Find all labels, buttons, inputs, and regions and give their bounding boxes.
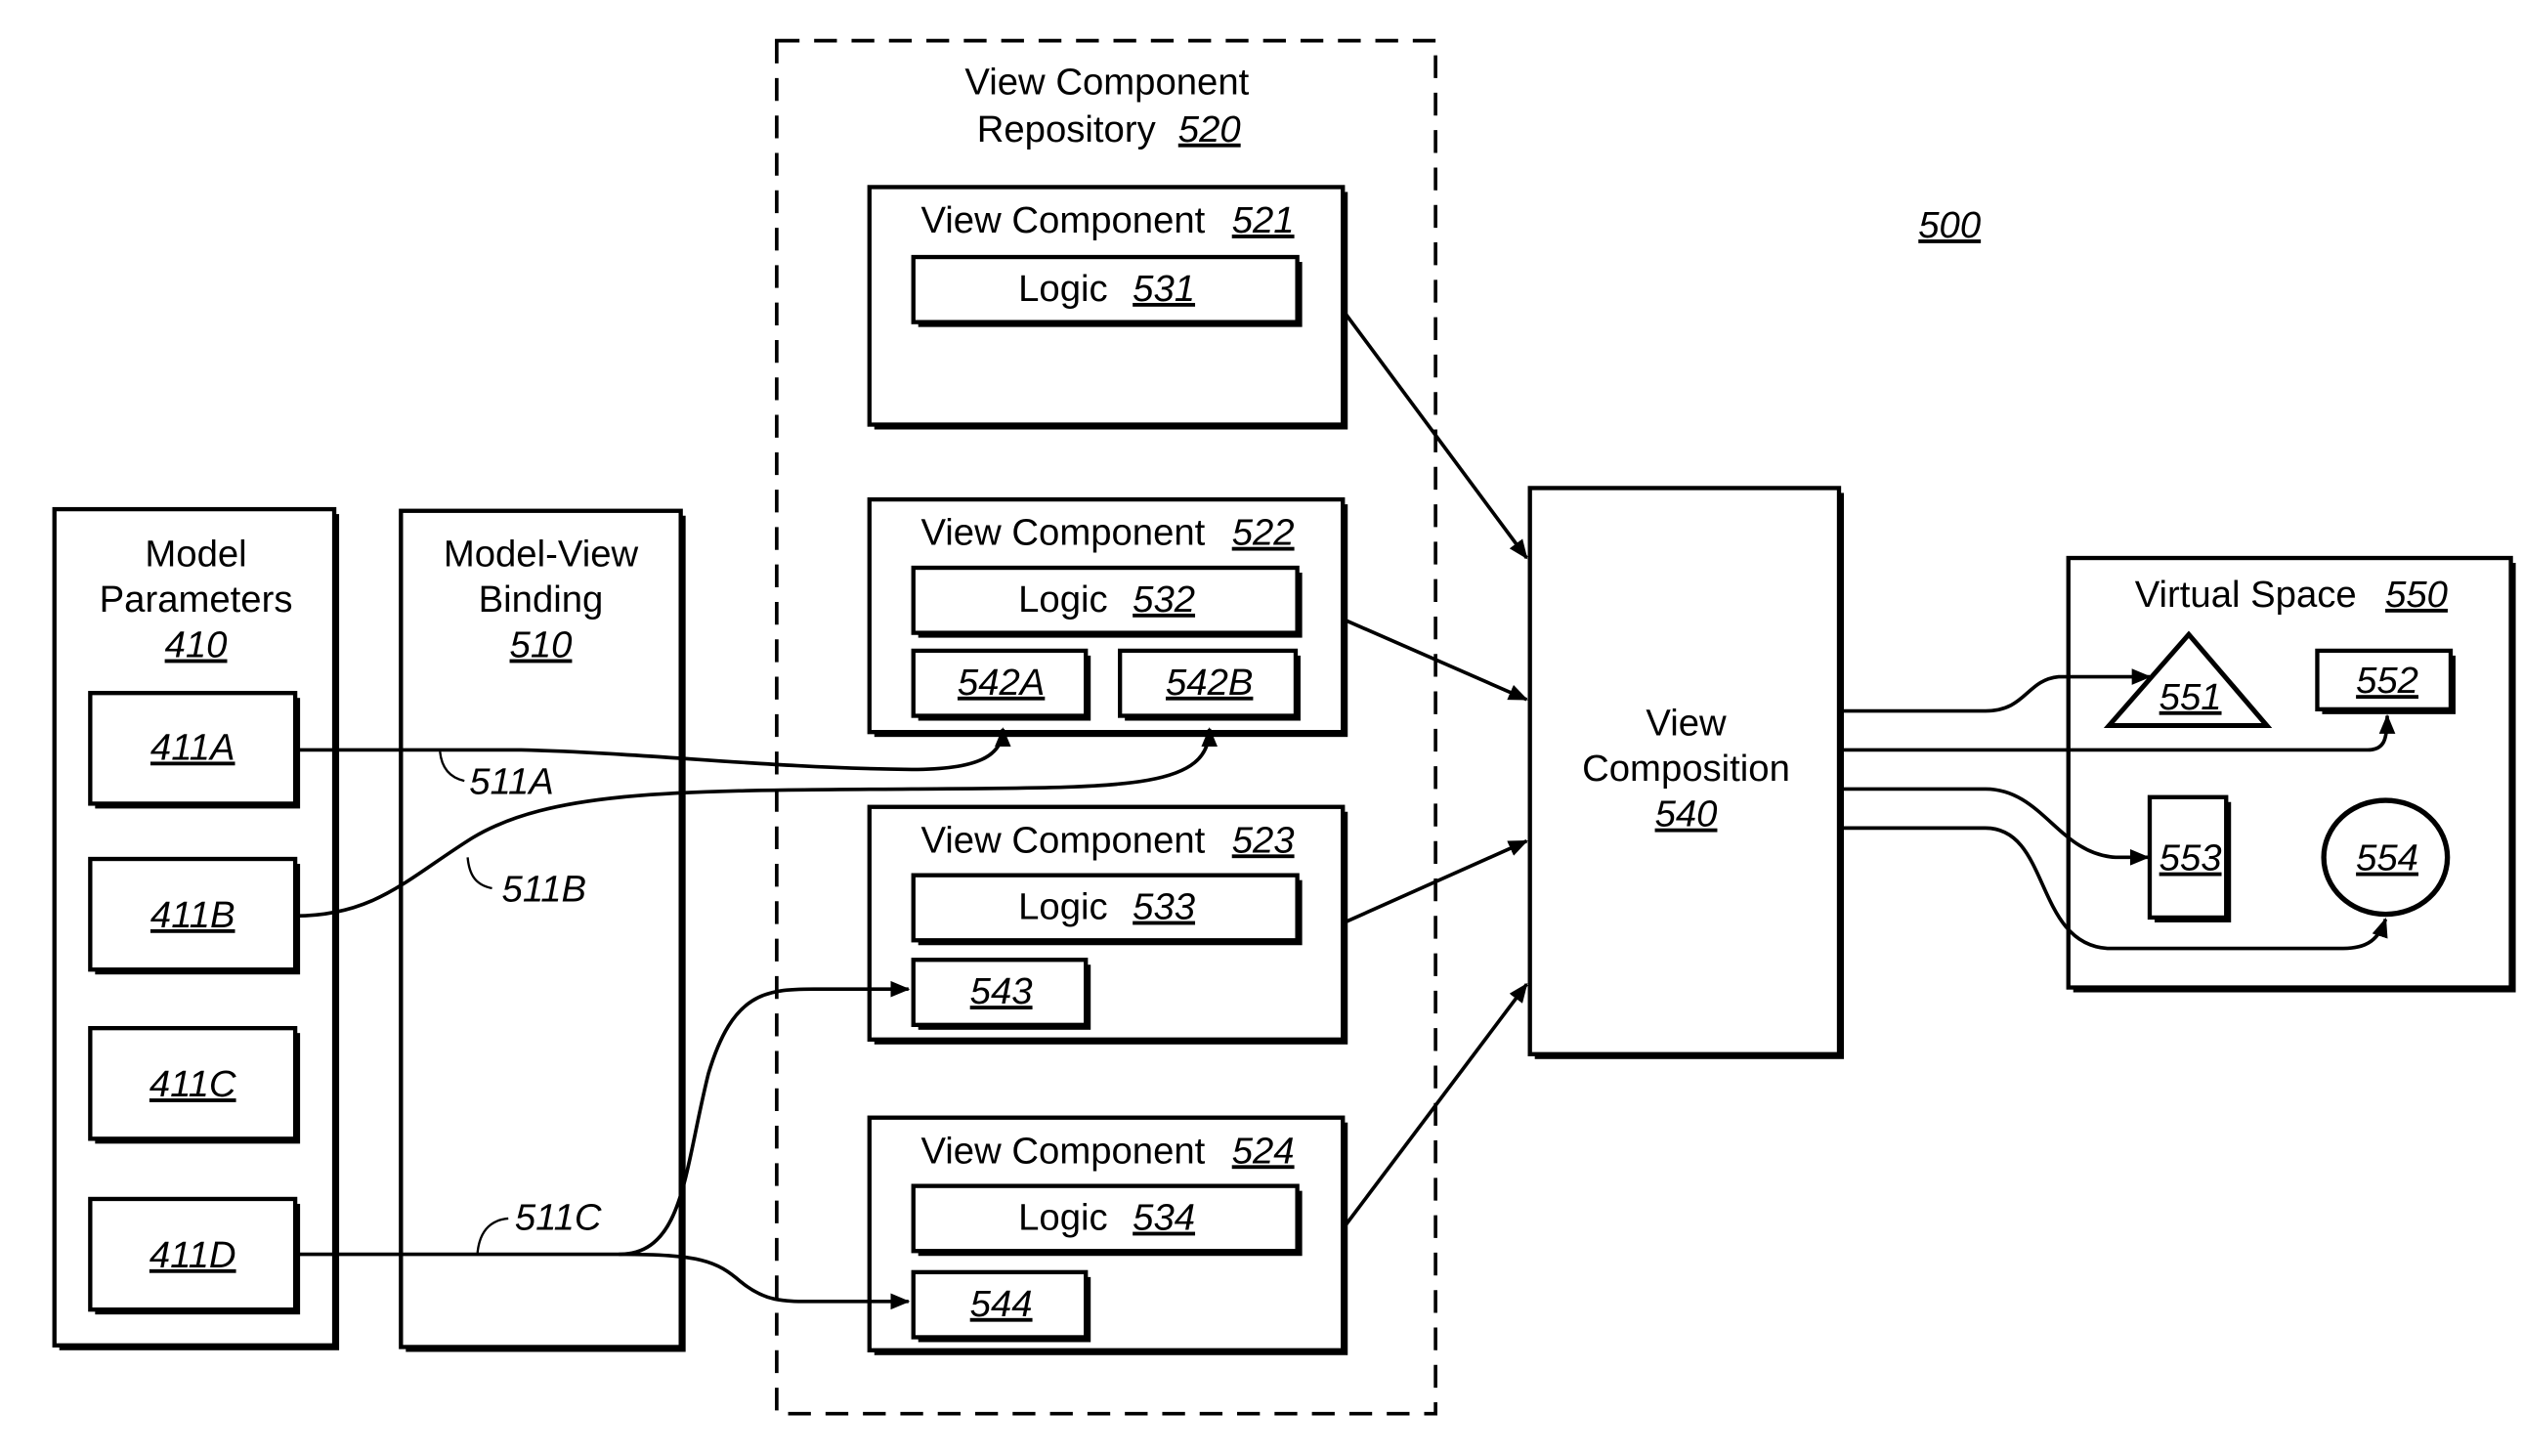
logic-ref: 534 <box>1133 1197 1195 1239</box>
link-511a-label: 511A <box>469 760 554 802</box>
model-parameters-title-1: Model <box>145 533 246 575</box>
param-411b[interactable]: 411B <box>88 856 301 975</box>
param-411c[interactable]: 411C <box>88 1025 301 1144</box>
model-parameters-panel: Model Parameters 410 411A 411B 411C 411D <box>52 506 340 1350</box>
logic-532[interactable]: Logic 532 <box>911 565 1303 638</box>
param-ref: 411B <box>150 894 235 936</box>
repository-ref: 520 <box>1178 108 1241 150</box>
view-component-522[interactable]: View Component 522 Logic 532 542A 542B <box>867 496 1348 738</box>
binding-title-1: Model-View <box>444 533 639 575</box>
virtual-space[interactable]: Virtual Space 550 551 552 553 554 <box>2066 555 2516 993</box>
object-ref: 553 <box>2160 837 2222 879</box>
object-ref: 554 <box>2356 837 2418 879</box>
object-ref: 552 <box>2356 660 2418 702</box>
virtual-space-title: Virtual Space <box>2135 574 2357 616</box>
object-552-rectangle[interactable]: 552 <box>2315 648 2456 714</box>
logic-label: Logic <box>1018 268 1108 310</box>
param-ref: 411D <box>150 1234 236 1276</box>
component-label: View Component <box>920 1130 1205 1172</box>
repository-title-2: Repository <box>977 108 1157 150</box>
composition-ref: 540 <box>1655 793 1718 835</box>
slot-ref: 543 <box>970 970 1033 1012</box>
object-ref: 551 <box>2160 676 2222 718</box>
param-ref: 411A <box>150 726 235 768</box>
figure-ref: 500 <box>1918 204 1981 246</box>
object-554-circle[interactable]: 554 <box>2321 797 2451 918</box>
slot-ref: 542A <box>958 662 1045 704</box>
component-label: View Component <box>920 819 1205 861</box>
slot-544[interactable]: 544 <box>911 1269 1091 1343</box>
logic-534[interactable]: Logic 534 <box>911 1183 1303 1257</box>
diagram-canvas: 500 Model Parameters 410 411A 411B 411C … <box>52 38 2516 1416</box>
slot-ref: 542B <box>1166 662 1253 704</box>
param-411a[interactable]: 411A <box>88 691 301 809</box>
slot-ref: 544 <box>970 1283 1033 1325</box>
logic-ref: 532 <box>1133 578 1195 621</box>
slot-543[interactable]: 543 <box>911 958 1091 1030</box>
binding-ref: 510 <box>510 624 573 666</box>
view-component-523[interactable]: View Component 523 Logic 533 543 <box>867 804 1348 1045</box>
view-composition[interactable]: View Composition 540 <box>1527 486 1844 1059</box>
composition-title-1: View <box>1646 702 1727 744</box>
logic-label: Logic <box>1018 886 1108 928</box>
slot-542b[interactable]: 542B <box>1117 648 1301 721</box>
link-511c-label: 511C <box>515 1197 602 1239</box>
component-ref: 521 <box>1232 199 1295 241</box>
slot-542a[interactable]: 542A <box>911 648 1091 721</box>
link-511b-label: 511B <box>502 868 587 910</box>
virtual-space-ref: 550 <box>2385 574 2448 616</box>
model-parameters-title-2: Parameters <box>100 578 293 621</box>
logic-ref: 531 <box>1133 268 1195 310</box>
param-411d[interactable]: 411D <box>88 1196 301 1315</box>
logic-533[interactable]: Logic 533 <box>911 873 1303 946</box>
component-ref: 522 <box>1232 512 1295 554</box>
repository-title-1: View Component <box>964 62 1249 104</box>
composition-title-2: Composition <box>1582 748 1790 790</box>
component-ref: 524 <box>1232 1130 1295 1172</box>
view-component-521[interactable]: View Component 521 Logic 531 <box>867 185 1348 430</box>
component-ref: 523 <box>1232 819 1295 861</box>
model-parameters-ref: 410 <box>165 624 228 666</box>
binding-title-2: Binding <box>479 578 604 621</box>
logic-label: Logic <box>1018 578 1108 621</box>
object-553-tall-rectangle[interactable]: 553 <box>2147 794 2232 922</box>
logic-ref: 533 <box>1133 886 1195 928</box>
component-label: View Component <box>920 199 1205 241</box>
logic-531[interactable]: Logic 531 <box>911 254 1303 327</box>
component-label: View Component <box>920 512 1205 554</box>
logic-label: Logic <box>1018 1197 1108 1239</box>
view-component-524[interactable]: View Component 524 Logic 534 544 <box>867 1115 1348 1355</box>
param-ref: 411C <box>150 1063 236 1105</box>
